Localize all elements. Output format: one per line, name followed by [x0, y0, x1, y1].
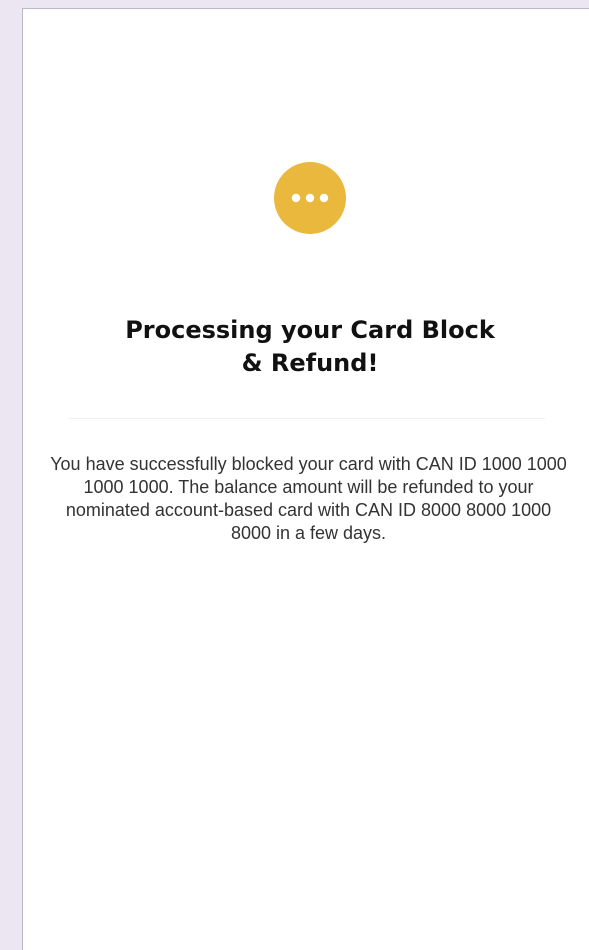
divider [69, 418, 545, 419]
refund-message: You have successfully blocked your card … [50, 454, 567, 543]
title-line-1: Processing your Card Block [125, 316, 495, 344]
page-title: Processing your Card Block & Refund! [59, 314, 561, 380]
processing-panel: Processing your Card Block & Refund! You… [22, 8, 589, 950]
title-line-2: & Refund! [241, 349, 379, 377]
app-window: Processing your Card Block & Refund! You… [0, 0, 589, 950]
processing-icon [274, 162, 346, 234]
more-horizontal-icon [291, 193, 329, 203]
